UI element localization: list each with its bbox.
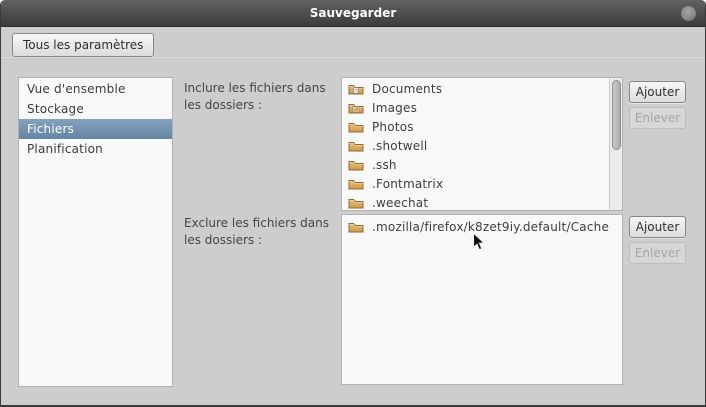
folder-icon	[348, 196, 364, 210]
sidebar-item-planification[interactable]: Planification	[19, 139, 172, 159]
folder-label: Images	[372, 101, 417, 115]
sidebar-item-fichiers[interactable]: Fichiers	[19, 119, 172, 139]
folder-label: Photos	[372, 120, 414, 134]
folder-row[interactable]: .shotwell	[342, 136, 609, 155]
toolbar-separator	[1, 57, 705, 58]
sidebar-item-vue-d-ensemble[interactable]: Vue d'ensemble	[19, 79, 172, 99]
sidebar-item-stockage[interactable]: Stockage	[19, 99, 172, 119]
exclude-add-button[interactable]: Ajouter	[629, 216, 686, 238]
exclude-remove-button[interactable]: Enlever	[629, 242, 686, 264]
all-settings-button[interactable]: Tous les paramètres	[12, 33, 154, 57]
include-add-button[interactable]: Ajouter	[629, 81, 686, 103]
exclude-folders-list[interactable]: .mozilla/firefox/k8zet9iy.default/Cache	[341, 214, 623, 385]
include-folders-list[interactable]: Documents Images Photos .shotwell .ssh .Fontm…	[341, 77, 623, 211]
folder-row[interactable]: .Fontmatrix	[342, 174, 609, 193]
include-remove-button[interactable]: Enlever	[629, 107, 686, 129]
folder-row[interactable]: .mozilla/firefox/k8zet9iy.default/Cache	[342, 217, 622, 236]
folder-row[interactable]: Documents	[342, 79, 609, 98]
folder-row[interactable]: .ssh	[342, 155, 609, 174]
folder-label: .weechat	[372, 196, 428, 210]
folder-icon	[348, 158, 364, 172]
exclude-label: Exclure les fichiers dans les dossiers :	[184, 215, 336, 249]
settings-sidebar[interactable]: Vue d'ensembleStockageFichiersPlanificat…	[18, 77, 173, 387]
titlebar[interactable]: Sauvegarder	[1, 0, 705, 27]
folder-images-icon	[348, 101, 364, 115]
folder-row[interactable]: Photos	[342, 117, 609, 136]
folder-icon	[348, 120, 364, 134]
close-button[interactable]	[681, 6, 696, 21]
window-title: Sauvegarder	[1, 0, 705, 26]
scrollbar-thumb[interactable]	[612, 80, 621, 150]
folder-label: .mozilla/firefox/k8zet9iy.default/Cache	[372, 220, 609, 234]
folder-icon	[348, 220, 364, 234]
folder-label: .Fontmatrix	[372, 177, 443, 191]
include-list-scrollbar[interactable]	[609, 78, 622, 210]
folder-row[interactable]: .weechat	[342, 193, 609, 211]
backup-settings-window: Sauvegarder Tous les paramètres Vue d'en…	[0, 0, 706, 407]
folder-label: Documents	[372, 82, 442, 96]
folder-label: .ssh	[372, 158, 397, 172]
folder-icon	[348, 139, 364, 153]
include-label: Inclure les fichiers dans les dossiers :	[184, 80, 336, 114]
folder-documents-icon	[348, 82, 364, 96]
folder-icon	[348, 177, 364, 191]
folder-row[interactable]: Images	[342, 98, 609, 117]
folder-label: .shotwell	[372, 139, 427, 153]
